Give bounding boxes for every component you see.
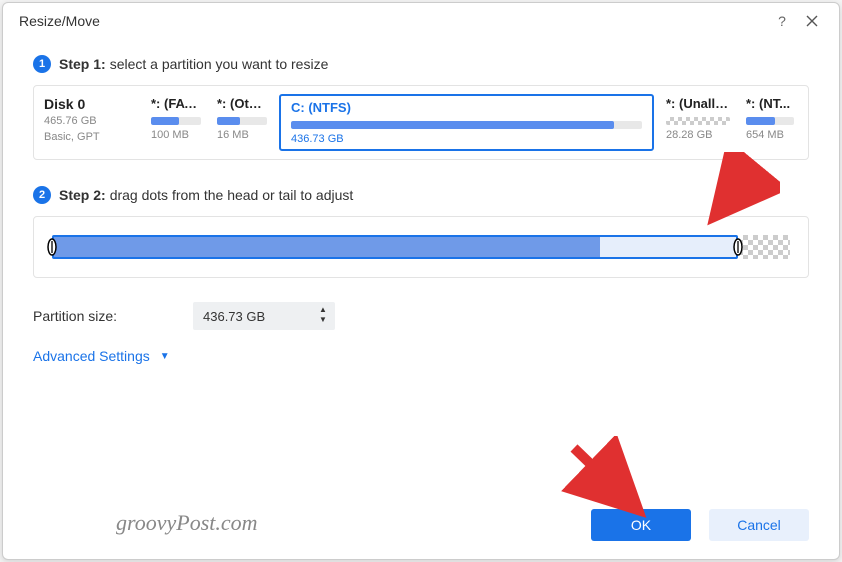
partition-size: 436.73 GB	[291, 133, 642, 145]
resize-slider[interactable]	[52, 235, 790, 259]
partition-item[interactable]: *: (NT... 654 MB	[742, 94, 798, 151]
partition-bar	[746, 117, 794, 125]
disk-partition-row: Disk 0 465.76 GB Basic, GPT *: (FAT... 1…	[33, 85, 809, 160]
step2-prefix: Step 2:	[59, 187, 106, 203]
advanced-settings-link[interactable]: Advanced Settings ▼	[33, 348, 170, 364]
partition-item[interactable]: *: (Oth... 16 MB	[213, 94, 271, 151]
partition-name: *: (FAT...	[151, 96, 201, 111]
disk-info: Disk 0 465.76 GB Basic, GPT	[44, 94, 139, 151]
partition-size-field-row: Partition size: 436.73 GB ▲ ▼	[33, 302, 809, 330]
resize-handle-right[interactable]	[733, 238, 743, 256]
partition-size: 654 MB	[746, 129, 794, 141]
slider-used-fill	[54, 237, 600, 257]
partition-size-label: Partition size:	[33, 308, 193, 324]
spinner-down-icon[interactable]: ▼	[317, 315, 329, 324]
spinner-up-icon[interactable]: ▲	[317, 305, 329, 314]
resize-handle-left[interactable]	[47, 238, 57, 256]
step1-label: 1 Step 1: select a partition you want to…	[33, 55, 809, 73]
partition-size: 100 MB	[151, 129, 201, 141]
slider-partition-region[interactable]	[52, 235, 738, 259]
partition-name: *: (NT...	[746, 96, 794, 111]
step1-prefix: Step 1:	[59, 56, 106, 72]
cancel-button[interactable]: Cancel	[709, 509, 809, 541]
step2-label: 2 Step 2: drag dots from the head or tai…	[33, 186, 809, 204]
chevron-down-icon: ▼	[160, 351, 170, 362]
partition-bar	[666, 117, 730, 125]
partition-size-input[interactable]: 436.73 GB ▲ ▼	[193, 302, 335, 330]
partition-item-selected[interactable]: C: (NTFS) 436.73 GB	[279, 94, 654, 151]
dialog-footer: OK Cancel	[3, 497, 839, 559]
partition-size: 28.28 GB	[666, 129, 730, 141]
advanced-settings-label: Advanced Settings	[33, 348, 150, 364]
resize-move-dialog: Resize/Move ? 1 Step 1: select a partiti…	[2, 2, 840, 560]
partition-bar	[151, 117, 201, 125]
titlebar: Resize/Move ?	[3, 3, 839, 39]
step2-text: drag dots from the head or tail to adjus…	[110, 187, 354, 203]
partition-name: *: (Unallo...	[666, 96, 730, 111]
disk-name: Disk 0	[44, 96, 139, 112]
slider-unallocated-region	[738, 235, 790, 259]
step1-text: select a partition you want to resize	[110, 56, 329, 72]
partition-size: 16 MB	[217, 129, 267, 141]
partition-bar	[217, 117, 267, 125]
step2-number-badge: 2	[33, 186, 51, 204]
partition-name: *: (Oth...	[217, 96, 267, 111]
partition-name: C: (NTFS)	[291, 100, 642, 115]
help-icon[interactable]: ?	[767, 7, 797, 35]
window-title: Resize/Move	[19, 13, 767, 29]
partition-size-value: 436.73 GB	[203, 309, 265, 324]
disk-size: 465.76 GB	[44, 114, 139, 128]
disk-type: Basic, GPT	[44, 130, 139, 144]
partition-bar	[291, 121, 642, 129]
close-icon[interactable]	[797, 7, 827, 35]
ok-button[interactable]: OK	[591, 509, 691, 541]
resize-slider-box	[33, 216, 809, 278]
step1-number-badge: 1	[33, 55, 51, 73]
dialog-content: 1 Step 1: select a partition you want to…	[3, 39, 839, 497]
partition-item-unallocated[interactable]: *: (Unallo... 28.28 GB	[662, 94, 734, 151]
partition-item[interactable]: *: (FAT... 100 MB	[147, 94, 205, 151]
